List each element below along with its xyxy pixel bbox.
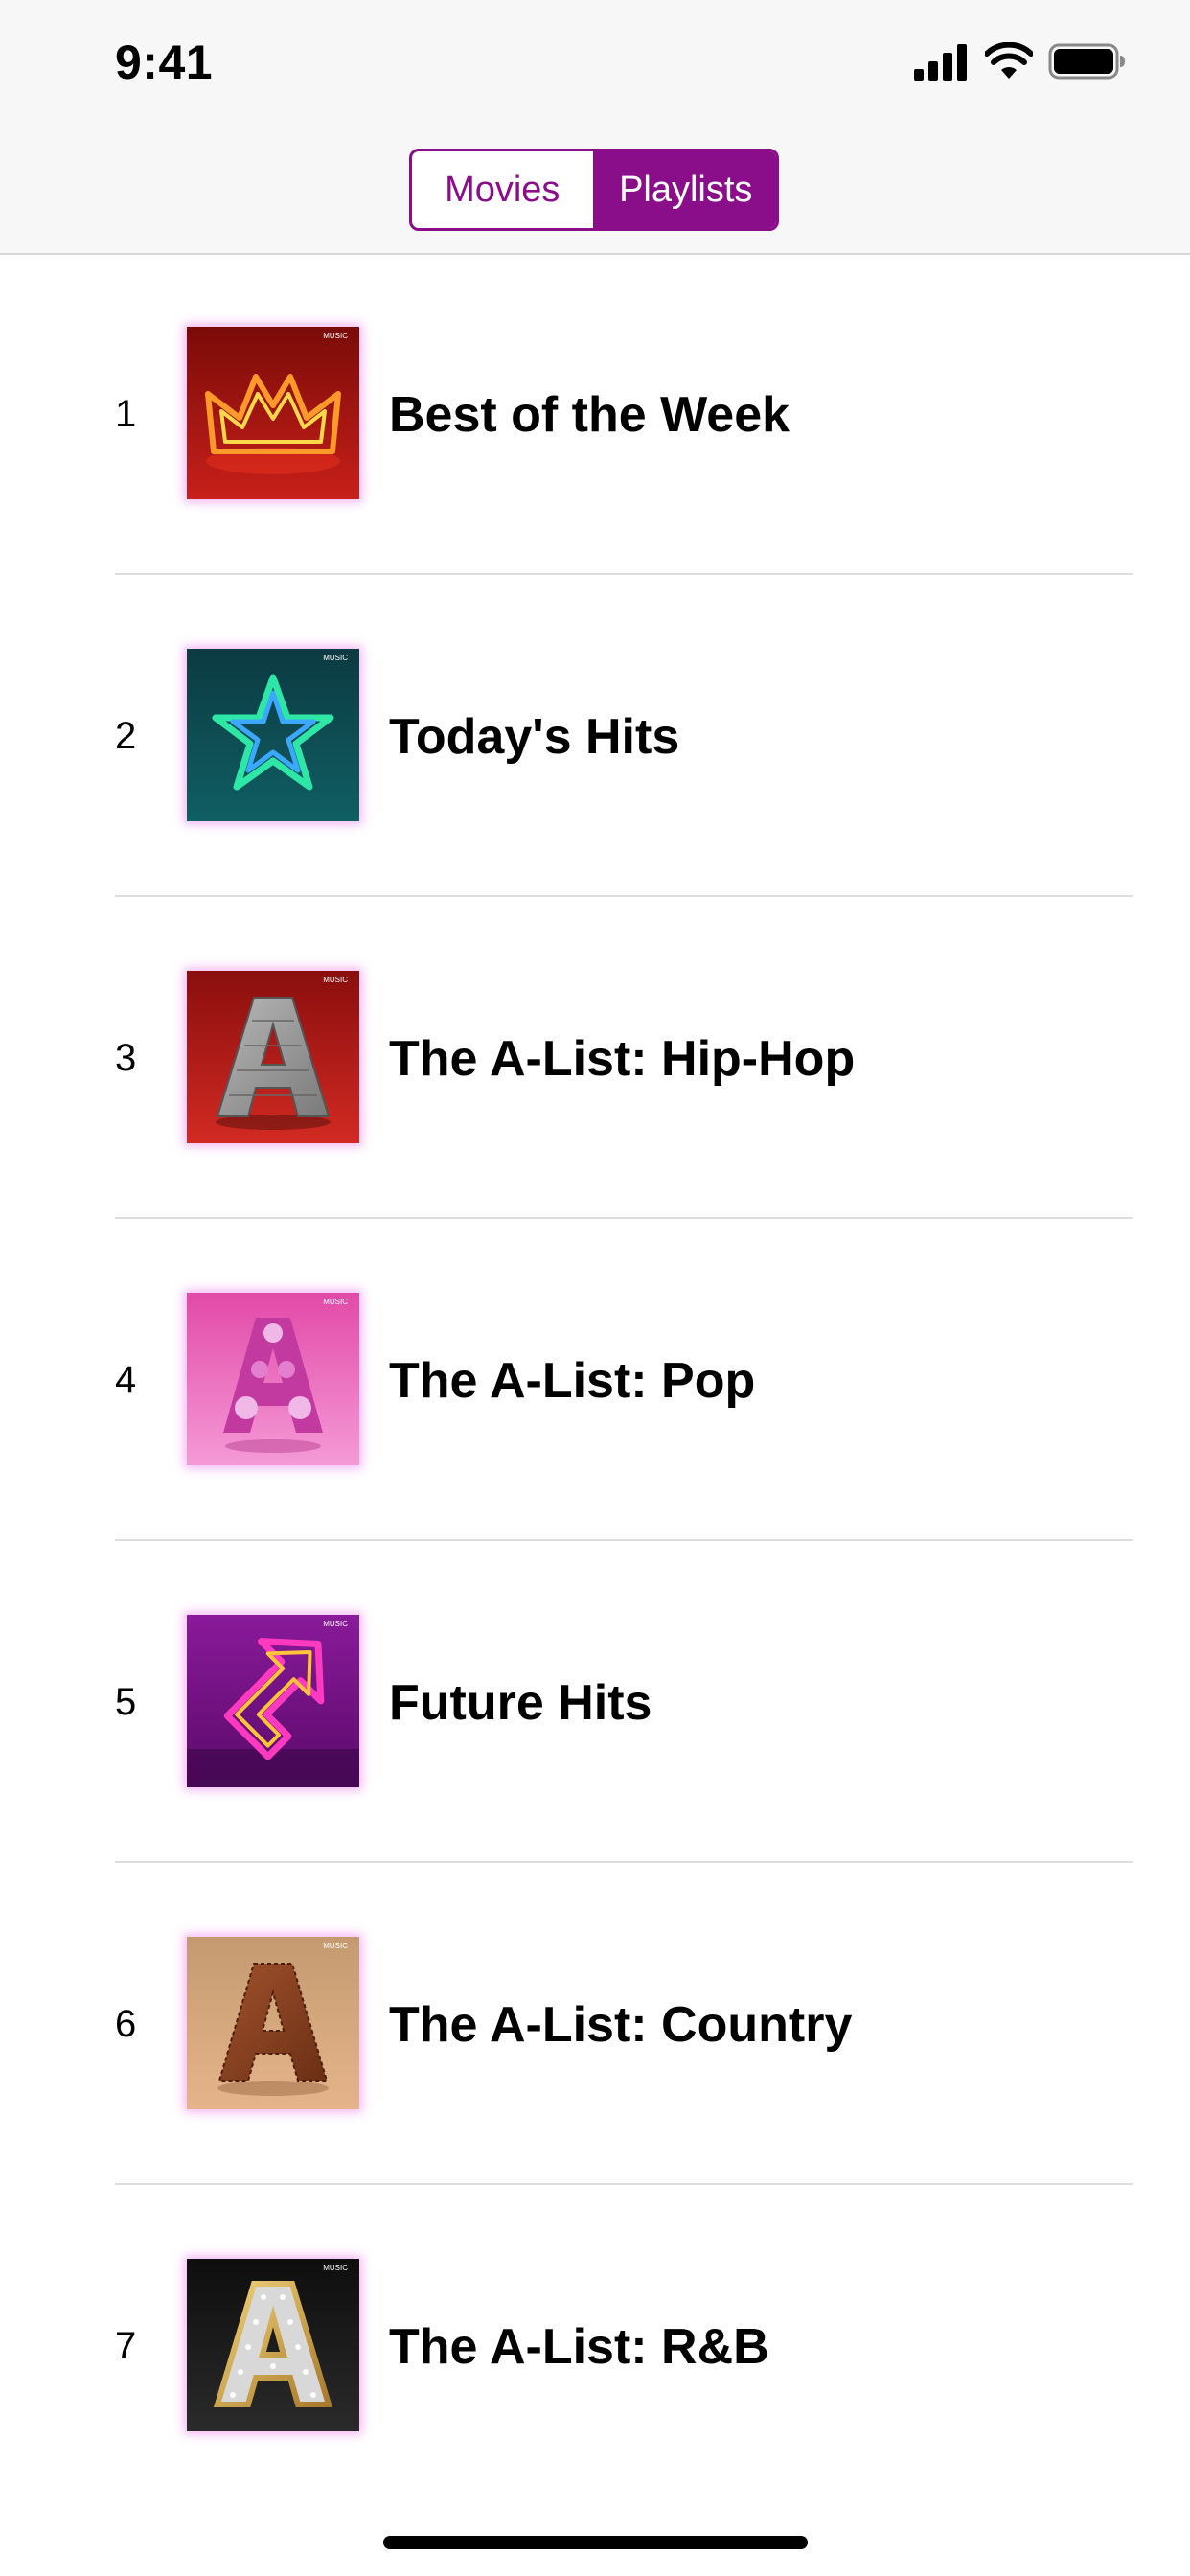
- neon-star-icon: MUSIC: [187, 649, 359, 821]
- rank-number: 3: [115, 1037, 137, 1079]
- playlist-title: The A-List: R&B: [389, 2319, 769, 2375]
- svg-text:MUSIC: MUSIC: [323, 332, 348, 340]
- brick-letter-a-icon: MUSIC: [187, 971, 359, 1143]
- playlist-title: The A-List: Pop: [389, 1353, 756, 1409]
- playlist-title: Future Hits: [389, 1675, 652, 1731]
- playlist-title: Best of the Week: [389, 387, 790, 443]
- svg-text:MUSIC: MUSIC: [323, 1942, 348, 1950]
- playlist-row[interactable]: 2 MUSIC Today's Hits: [0, 575, 1190, 897]
- playlist-row[interactable]: 5 MUSIC Future Hits: [0, 1541, 1190, 1863]
- navigation-bar: 9:41 Movies Playlists: [0, 0, 1190, 255]
- playlist-row[interactable]: 7 MUSIC The A-List: R&B: [0, 2185, 1190, 2507]
- rank-number: 5: [115, 1681, 137, 1723]
- playlist-row[interactable]: 4 MUSIC The A-List: Pop: [0, 1219, 1190, 1541]
- segment-playlists[interactable]: Playlists: [592, 151, 776, 228]
- svg-text:MUSIC: MUSIC: [323, 1298, 348, 1306]
- battery-icon: [1048, 42, 1127, 85]
- playlist-row[interactable]: 6 MUSIC The A-List: Country: [0, 1863, 1190, 2185]
- playlist-artwork: MUSIC: [187, 649, 359, 821]
- rank-number: 7: [115, 2325, 137, 2367]
- playlist-title: The A-List: Country: [389, 1997, 853, 2053]
- playlist-title: The A-List: Hip-Hop: [389, 1031, 856, 1087]
- screen: 9:41 Movies Playlists 1 MUSIC Best of th…: [0, 0, 1190, 2576]
- svg-text:MUSIC: MUSIC: [323, 976, 348, 984]
- playlist-artwork: MUSIC: [187, 971, 359, 1143]
- home-indicator[interactable]: [383, 2536, 808, 2549]
- playlist-artwork: MUSIC: [187, 1615, 359, 1787]
- neon-arrow-icon: MUSIC: [187, 1615, 359, 1787]
- playlist-row[interactable]: 1 MUSIC Best of the Week: [0, 253, 1190, 575]
- rank-number: 6: [115, 2003, 137, 2045]
- svg-text:MUSIC: MUSIC: [323, 2264, 348, 2272]
- playlist-artwork: MUSIC: [187, 2259, 359, 2431]
- status-icons: [914, 41, 1127, 85]
- playlist-title: Today's Hits: [389, 709, 680, 765]
- rank-number: 4: [115, 1359, 137, 1401]
- playlist-list: 1 MUSIC Best of the Week 2 MUSIC Today's…: [0, 253, 1190, 2507]
- cellular-signal-icon: [914, 42, 970, 85]
- status-time: 9:41: [115, 35, 214, 89]
- marquee-letter-a-icon: MUSIC: [187, 2259, 359, 2431]
- svg-text:MUSIC: MUSIC: [323, 1620, 348, 1628]
- playlist-row[interactable]: 3 MUSIC The A-List: Hip-Hop: [0, 897, 1190, 1219]
- svg-text:MUSIC: MUSIC: [323, 654, 348, 662]
- rank-number: 1: [115, 393, 137, 435]
- neon-crown-icon: MUSIC: [187, 327, 359, 499]
- segment-movies[interactable]: Movies: [412, 151, 593, 228]
- pink-letter-a-icon: MUSIC: [187, 1293, 359, 1465]
- playlist-artwork: MUSIC: [187, 1293, 359, 1465]
- wifi-icon: [984, 41, 1034, 85]
- rank-number: 2: [115, 715, 137, 757]
- segmented-control: Movies Playlists: [409, 149, 779, 231]
- leather-letter-a-icon: MUSIC: [187, 1937, 359, 2109]
- playlist-artwork: MUSIC: [187, 327, 359, 499]
- playlist-artwork: MUSIC: [187, 1937, 359, 2109]
